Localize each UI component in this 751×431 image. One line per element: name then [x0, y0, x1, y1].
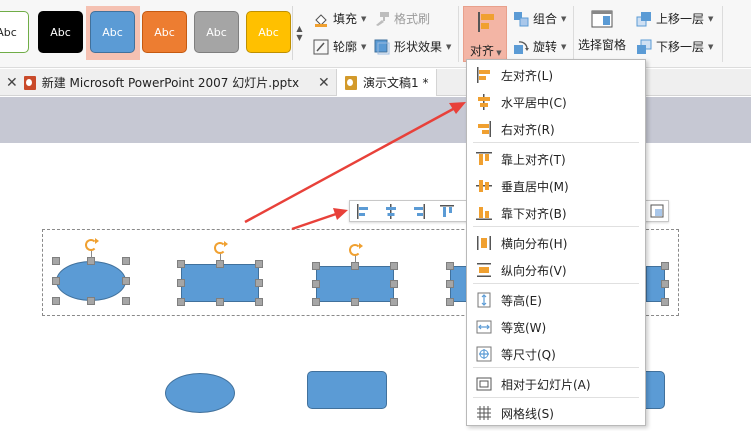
align-right-icon: [476, 121, 492, 137]
menu-item-align-top[interactable]: 靠上对齐(T): [467, 147, 645, 171]
menu-separator: [473, 283, 639, 284]
menu-item-align-left[interactable]: 左对齐(L): [467, 63, 645, 87]
menu-item-align-right[interactable]: 右对齐(R): [467, 117, 645, 141]
menu-item-align-bottom[interactable]: 靠下对齐(B): [467, 201, 645, 225]
menu-separator: [473, 226, 639, 227]
gridlines-icon: [476, 405, 492, 421]
menu-item-align-middle[interactable]: 垂直居中(M): [467, 174, 645, 198]
annotation-arrowhead-2: [333, 208, 348, 220]
align-left-icon: [476, 67, 492, 83]
align-center-icon: [476, 94, 492, 110]
distribute-horizontal-icon: [476, 235, 492, 251]
align-middle-icon: [476, 178, 492, 194]
menu-item-same-size[interactable]: 等尺寸(Q): [467, 342, 645, 366]
same-size-icon: [476, 346, 492, 362]
menu-item-distribute-vertical[interactable]: 纵向分布(V): [467, 258, 645, 282]
annotation-arrow-1: [244, 106, 456, 224]
menu-separator: [473, 142, 639, 143]
annotation-arrowhead-1: [449, 102, 466, 114]
align-bottom-icon: [476, 205, 492, 221]
menu-item-distribute-horizontal[interactable]: 横向分布(H): [467, 231, 645, 255]
align-dropdown-menu: 左对齐(L) 水平居中(C) 右对齐(R) 靠上对齐(T) 垂直居中(M) 靠下…: [466, 59, 646, 426]
menu-separator: [473, 367, 639, 368]
relative-to-slide-icon: [476, 376, 492, 392]
align-top-icon: [476, 151, 492, 167]
menu-item-same-height[interactable]: 等高(E): [467, 288, 645, 312]
menu-separator: [473, 397, 639, 398]
annotation-arrow-2: [291, 212, 337, 231]
same-height-icon: [476, 292, 492, 308]
menu-item-same-width[interactable]: 等宽(W): [467, 315, 645, 339]
same-width-icon: [476, 319, 492, 335]
distribute-vertical-icon: [476, 262, 492, 278]
menu-item-relative-to-slide[interactable]: 相对于幻灯片(A): [467, 372, 645, 396]
menu-item-gridlines[interactable]: 网格线(S): [467, 401, 645, 425]
menu-item-align-center[interactable]: 水平居中(C): [467, 90, 645, 114]
